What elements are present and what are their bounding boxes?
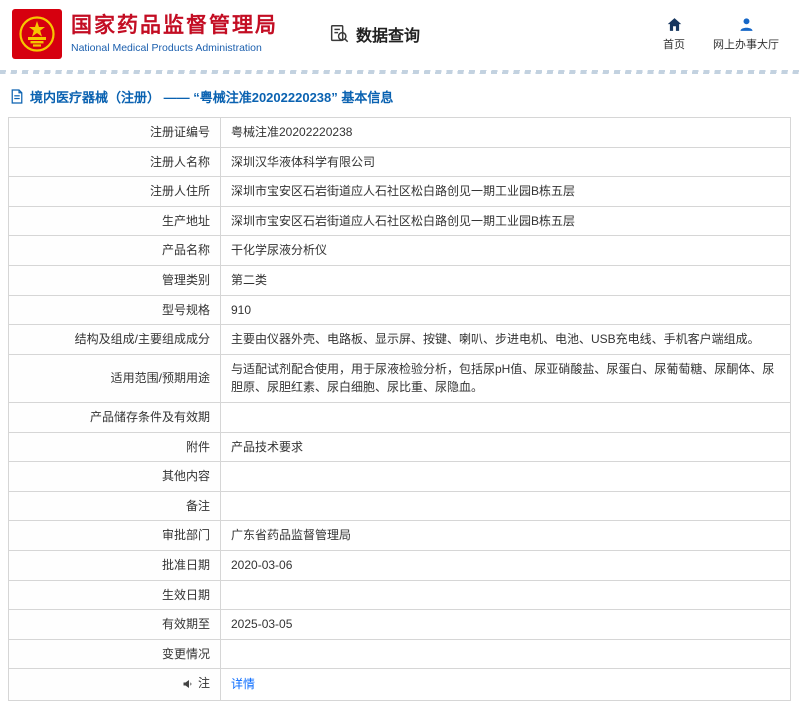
row-value: [220, 461, 791, 492]
row-label: 注册人住所: [8, 176, 221, 207]
row-value: [220, 579, 791, 611]
row-label: 结构及组成/主要组成成分: [8, 324, 221, 355]
row-value: [220, 638, 791, 670]
person-icon: [738, 16, 755, 33]
nav-home[interactable]: 首页: [663, 16, 685, 52]
row-label: 适用范围/预期用途: [8, 353, 221, 403]
table-row: 注册证编号 粤械注准20202220238: [8, 117, 791, 148]
row-value: 深圳汉华液体科学有限公司: [220, 146, 791, 178]
table-row: 结构及组成/主要组成成分 主要由仪器外壳、电路板、显示屏、按键、喇叭、步进电机、…: [8, 324, 791, 355]
row-label: 注册证编号: [8, 117, 221, 148]
row-value: [220, 490, 791, 522]
row-value: 深圳市宝安区石岩街道应人石社区松白路创见一期工业园B栋五层: [220, 205, 791, 237]
top-nav: 首页 网上办事大厅: [663, 16, 783, 52]
row-value: 粤械注准20202220238: [220, 117, 791, 148]
table-row: 生效日期: [8, 579, 791, 611]
row-value: [220, 401, 791, 433]
table-row: 产品储存条件及有效期: [8, 401, 791, 433]
table-row: 生产地址 深圳市宝安区石岩街道应人石社区松白路创见一期工业园B栋五层: [8, 205, 791, 237]
brand-text: 国家药品监督管理局 National Medical Products Admi…: [71, 14, 278, 54]
document-icon: [10, 89, 24, 104]
table-row: 备注: [8, 490, 791, 522]
table-row: 批准日期 2020-03-06: [8, 549, 791, 581]
home-icon: [666, 16, 683, 33]
row-label: 生效日期: [8, 579, 221, 611]
table-row: 适用范围/预期用途 与适配试剂配合使用，用于尿液检验分析，包括尿pH值、尿亚硝酸…: [8, 353, 791, 403]
row-value: 2020-03-06: [220, 549, 791, 581]
table-row: 型号规格 910: [8, 294, 791, 326]
row-value: 主要由仪器外壳、电路板、显示屏、按键、喇叭、步进电机、电池、USB充电线、手机客…: [220, 324, 791, 355]
table-row: 有效期至 2025-03-05: [8, 609, 791, 640]
row-value: 第二类: [220, 264, 791, 296]
table-row: 审批部门 广东省药品监督管理局: [8, 520, 791, 551]
row-label: 有效期至: [8, 609, 221, 640]
row-value: 910: [220, 294, 791, 326]
row-label-note: 注: [8, 668, 221, 702]
row-value: 广东省药品监督管理局: [220, 520, 791, 551]
row-label: 产品名称: [8, 235, 221, 266]
row-value: 深圳市宝安区石岩街道应人石社区松白路创见一期工业园B栋五层: [220, 176, 791, 207]
breadcrumb-text: 境内医疗器械（注册） —— “粤械注准20202220238” 基本信息: [30, 90, 394, 105]
table-row: 注册人名称 深圳汉华液体科学有限公司: [8, 146, 791, 178]
detail-link[interactable]: 详情: [231, 677, 255, 691]
org-name-en: National Medical Products Administration: [71, 42, 262, 55]
row-value: 产品技术要求: [220, 431, 791, 463]
table-row: 其他内容: [8, 461, 791, 492]
note-label-text: 注: [197, 676, 210, 691]
breadcrumb: 境内医疗器械（注册） —— “粤械注准20202220238” 基本信息: [0, 74, 799, 115]
megaphone-icon: [182, 678, 194, 690]
nav-home-label: 首页: [663, 39, 685, 51]
row-value: 干化学尿液分析仪: [220, 235, 791, 266]
national-emblem-icon: [12, 9, 62, 59]
nav-online-hall[interactable]: 网上办事大厅: [713, 16, 779, 52]
row-value: 与适配试剂配合使用，用于尿液检验分析，包括尿pH值、尿亚硝酸盐、尿蛋白、尿葡萄糖…: [220, 353, 791, 403]
top-bar: 国家药品监督管理局 National Medical Products Admi…: [0, 0, 799, 68]
brand: 国家药品监督管理局 National Medical Products Admi…: [12, 9, 278, 59]
row-value: 2025-03-05: [220, 609, 791, 640]
table-row: 附件 产品技术要求: [8, 431, 791, 463]
data-query-icon: [328, 23, 350, 45]
org-name-cn: 国家药品监督管理局: [71, 13, 278, 37]
row-label: 审批部门: [8, 520, 221, 551]
row-label: 批准日期: [8, 549, 221, 581]
row-label: 注册人名称: [8, 146, 221, 178]
row-label: 变更情况: [8, 638, 221, 670]
table-row-note: 注 详情: [8, 668, 791, 702]
row-label: 备注: [8, 490, 221, 522]
row-label: 管理类别: [8, 264, 221, 296]
registration-info-table: 注册证编号 粤械注准20202220238 注册人名称 深圳汉华液体科学有限公司…: [8, 117, 791, 702]
data-query-title: 数据查询: [328, 22, 420, 46]
table-row: 注册人住所 深圳市宝安区石岩街道应人石社区松白路创见一期工业园B栋五层: [8, 176, 791, 207]
table-row: 产品名称 干化学尿液分析仪: [8, 235, 791, 266]
table-row: 管理类别 第二类: [8, 264, 791, 296]
row-label: 生产地址: [8, 205, 221, 237]
row-label: 型号规格: [8, 294, 221, 326]
nav-online-hall-label: 网上办事大厅: [713, 39, 779, 51]
row-label: 产品储存条件及有效期: [8, 401, 221, 433]
row-value-note: 详情: [220, 668, 791, 702]
row-label: 其他内容: [8, 461, 221, 492]
data-query-label: 数据查询: [356, 28, 421, 45]
row-label: 附件: [8, 431, 221, 463]
table-row: 变更情况: [8, 638, 791, 670]
